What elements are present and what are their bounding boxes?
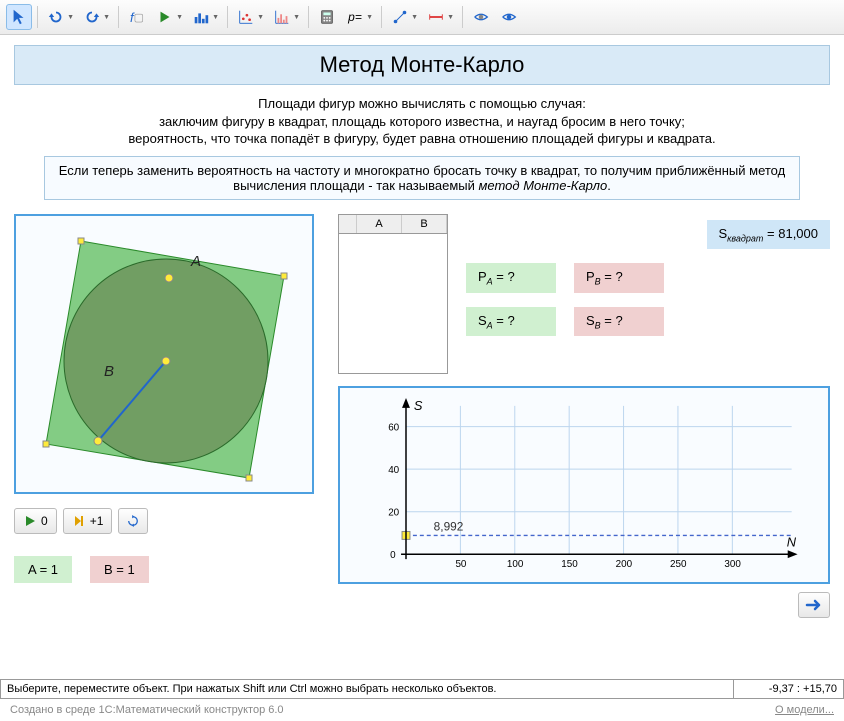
function-button[interactable]: f▢ — [124, 4, 150, 30]
footer-credit: Создано в среде 1С:Математический констр… — [10, 704, 284, 716]
table-corner — [339, 215, 357, 233]
stat-sb: SB = ? — [574, 307, 664, 337]
bars-axes-tool[interactable]: ▼ — [269, 4, 303, 30]
eye-closed-icon[interactable] — [468, 4, 494, 30]
table-col-b: B — [402, 215, 447, 233]
svg-text:250: 250 — [670, 559, 687, 570]
geom-label-a: A — [190, 253, 201, 270]
stat-sa: SA = ? — [466, 307, 556, 337]
chart-xlabel: N — [787, 534, 797, 549]
footer: Создано в среде 1С:Математический констр… — [0, 699, 844, 721]
stats-panel: Sквадрат = 81,000 PA = ? PB = ? SA = ? S… — [466, 214, 830, 337]
svg-text:300: 300 — [724, 559, 741, 570]
status-coords: -9,37 : +15,70 — [734, 680, 844, 699]
about-link[interactable]: О модели... — [775, 704, 834, 716]
playback-controls: 0 +1 — [14, 508, 324, 534]
undo-button[interactable]: ▼ — [43, 4, 77, 30]
stat-pa: PA = ? — [466, 263, 556, 293]
svg-text:60: 60 — [388, 422, 399, 433]
stat-pb: PB = ? — [574, 263, 664, 293]
chart-ylabel: S — [414, 397, 423, 412]
geom-label-b: B — [104, 363, 114, 380]
chart-annotation: 8,992 — [434, 519, 464, 533]
pointer-tool[interactable] — [6, 4, 32, 30]
probability-tool[interactable]: p=▼ — [342, 4, 376, 30]
eye-open-icon[interactable] — [496, 4, 522, 30]
histogram-tool[interactable]: ▼ — [188, 4, 222, 30]
play-tool[interactable]: ▼ — [152, 4, 186, 30]
status-bar: Выберите, переместите объект. При нажаты… — [0, 679, 844, 699]
refresh-button[interactable] — [118, 508, 148, 534]
step-button[interactable]: +1 — [63, 508, 113, 534]
data-table[interactable]: A B — [338, 214, 448, 374]
stat-s-square: Sквадрат = 81,000 — [707, 220, 831, 250]
main-toolbar: ▼ ▼ f▢ ▼ ▼ ▼ ▼ p=▼ ▼ ▼ — [0, 0, 844, 35]
geometry-canvas[interactable]: A B — [14, 214, 314, 494]
svg-text:20: 20 — [388, 507, 399, 518]
page-title: Метод Монте-Карло — [14, 45, 830, 85]
note-box: Если теперь заменить вероятность на част… — [44, 156, 800, 200]
calculator-button[interactable] — [314, 4, 340, 30]
badge-b: B = 1 — [90, 556, 149, 583]
result-badges: A = 1 B = 1 — [14, 556, 324, 583]
table-col-a: A — [357, 215, 402, 233]
play-button[interactable]: 0 — [14, 508, 57, 534]
intro-text: Площади фигур можно вычислять с помощью … — [14, 95, 830, 148]
next-button[interactable] — [798, 592, 830, 618]
svg-text:40: 40 — [388, 465, 399, 476]
measure-width-tool[interactable]: ▼ — [423, 4, 457, 30]
svg-text:50: 50 — [455, 559, 466, 570]
chart-panel[interactable]: 8,992 S N 0 20 40 60 50 100 150 — [338, 386, 830, 584]
svg-text:150: 150 — [561, 559, 578, 570]
badge-a: A = 1 — [14, 556, 72, 583]
svg-text:200: 200 — [616, 559, 633, 570]
redo-button[interactable]: ▼ — [79, 4, 113, 30]
segment-tool[interactable]: ▼ — [387, 4, 421, 30]
svg-text:100: 100 — [507, 559, 524, 570]
svg-text:0: 0 — [390, 550, 396, 561]
status-message: Выберите, переместите объект. При нажаты… — [0, 680, 734, 699]
scatter-axes-tool[interactable]: ▼ — [233, 4, 267, 30]
